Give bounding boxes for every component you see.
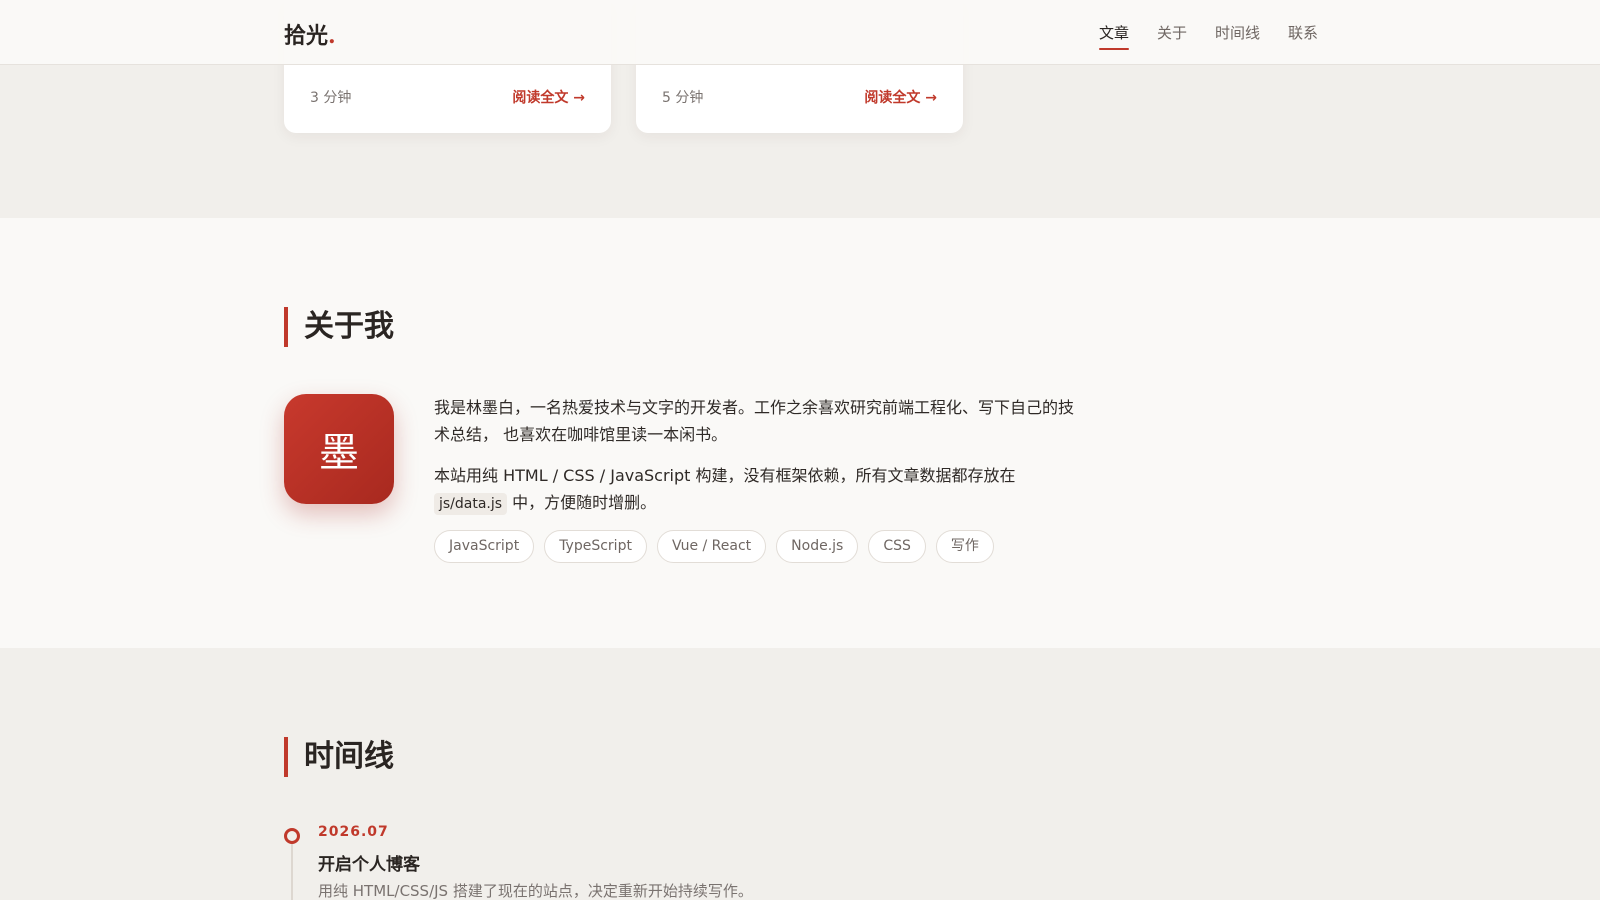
section-title-about: 关于我 bbox=[284, 307, 394, 347]
section-title-timeline: 时间线 bbox=[284, 737, 394, 777]
timeline-dot-icon bbox=[284, 828, 300, 844]
avatar: 墨 bbox=[284, 394, 394, 504]
post-read-time: 3 分钟 bbox=[310, 90, 352, 106]
skill-tag: 写作 bbox=[935, 530, 994, 563]
about-paragraph-text: 本站用纯 HTML / CSS / JavaScript 构建，没有框架依赖，所… bbox=[434, 466, 1016, 485]
timeline-line bbox=[291, 838, 293, 900]
site-logo[interactable]: 拾光. bbox=[284, 18, 336, 50]
read-more-link[interactable]: 阅读全文 → bbox=[512, 87, 585, 107]
about-section: 关于我 墨 我是林墨白，一名热爱技术与文字的开发者。工作之余喜欢研究前端工程化、… bbox=[0, 218, 1600, 648]
logo-text: 拾光 bbox=[284, 23, 329, 49]
skill-tag: CSS bbox=[868, 530, 926, 563]
read-more-link[interactable]: 阅读全文 → bbox=[864, 87, 937, 107]
skill-tag: JavaScript bbox=[434, 530, 535, 563]
about-paragraph-text: 中，方便随时增删。 bbox=[507, 493, 657, 512]
timeline-item-title: 开启个人博客 bbox=[318, 855, 420, 875]
nav-links: 文章 关于 时间线 联系 bbox=[1098, 22, 1318, 50]
skill-tag: Node.js bbox=[776, 530, 859, 563]
top-navbar: 拾光. 文章 关于 时间线 联系 bbox=[0, 0, 1600, 65]
timeline-date: 2026.07 bbox=[318, 824, 389, 840]
about-paragraph: 我是林墨白，一名热爱技术与文字的开发者。工作之余喜欢研究前端工程化、写下自己的技… bbox=[434, 398, 1075, 444]
nav-link-about[interactable]: 关于 bbox=[1157, 22, 1187, 47]
nav-link-contact[interactable]: 联系 bbox=[1288, 22, 1318, 47]
nav-link-articles[interactable]: 文章 bbox=[1098, 22, 1129, 50]
logo-dot: . bbox=[328, 23, 336, 49]
nav-link-timeline[interactable]: 时间线 bbox=[1215, 22, 1260, 47]
code-chip: js/data.js bbox=[434, 493, 508, 515]
skill-tags: JavaScript TypeScript Vue / React Node.j… bbox=[434, 530, 994, 563]
skill-tag: Vue / React bbox=[656, 530, 767, 563]
post-read-time: 5 分钟 bbox=[662, 90, 704, 106]
timeline-section: 时间线 2026.07 开启个人博客 用纯 HTML/CSS/JS 搭建了现在的… bbox=[0, 648, 1600, 900]
about-paragraph: 本站用纯 HTML / CSS / JavaScript 构建，没有框架依赖，所… bbox=[434, 462, 1084, 516]
timeline-item-desc: 用纯 HTML/CSS/JS 搭建了现在的站点，决定重新开始持续写作。 bbox=[318, 882, 753, 900]
skill-tag: TypeScript bbox=[544, 530, 647, 563]
about-text: 我是林墨白，一名热爱技术与文字的开发者。工作之余喜欢研究前端工程化、写下自己的技… bbox=[434, 394, 1084, 516]
